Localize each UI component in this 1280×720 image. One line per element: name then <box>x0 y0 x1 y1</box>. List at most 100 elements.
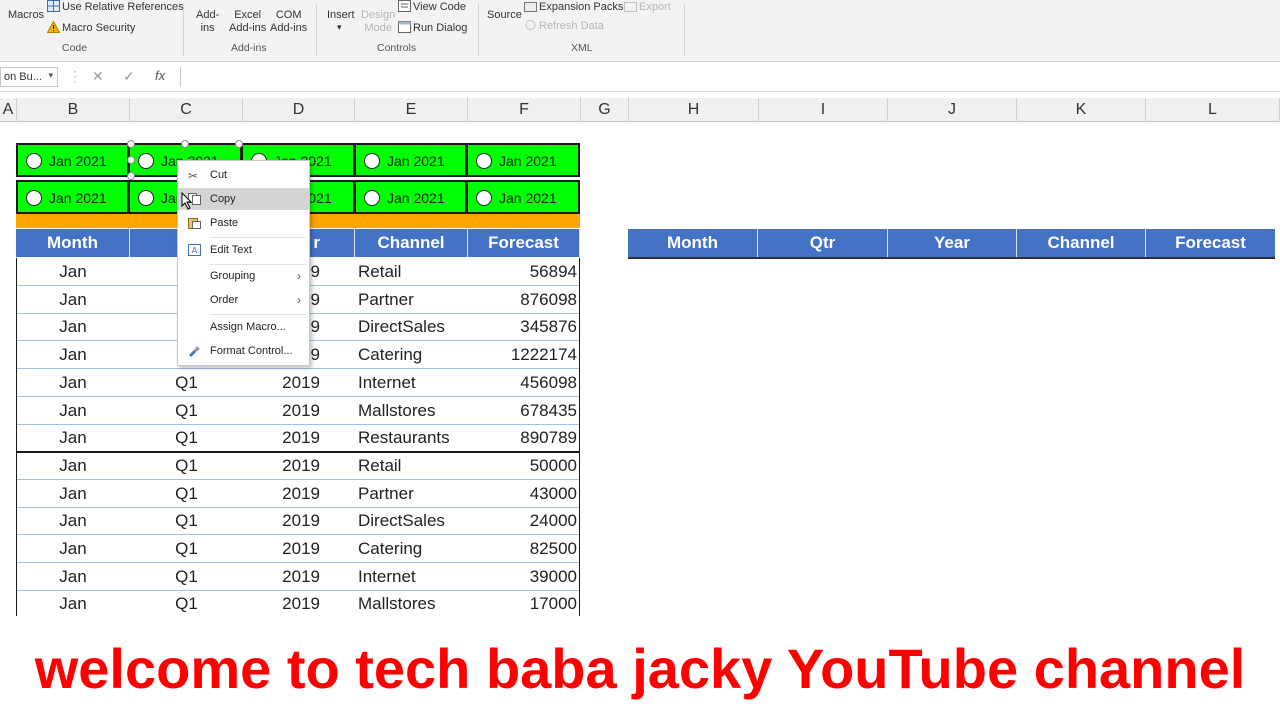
right-table-header-qtr[interactable]: Qtr <box>758 229 888 257</box>
cell-year[interactable]: 2019 <box>243 590 320 616</box>
cell-year[interactable]: 2019 <box>243 535 320 562</box>
cell-month[interactable]: Jan <box>16 286 130 313</box>
column-header-f[interactable]: F <box>468 98 581 122</box>
cell-month[interactable]: Jan <box>16 258 130 285</box>
cell-channel[interactable]: Catering <box>358 341 468 368</box>
cell-month[interactable]: Jan <box>16 369 130 396</box>
cell-forecast[interactable]: 345876 <box>468 313 577 340</box>
cell-month[interactable]: Jan <box>16 424 130 451</box>
cell-month[interactable]: Jan <box>16 313 130 340</box>
cell-month[interactable]: Jan <box>16 341 130 368</box>
run-dialog-button[interactable]: Run Dialog <box>398 21 467 34</box>
cell-forecast[interactable]: 17000 <box>468 590 577 616</box>
menu-item-format-control[interactable]: Format Control... <box>178 340 309 362</box>
cell-channel[interactable]: DirectSales <box>358 507 468 534</box>
macro-security-button[interactable]: Macro Security <box>47 21 135 34</box>
table-header-channel[interactable]: Channel <box>355 229 468 257</box>
cell-channel[interactable]: Partner <box>358 480 468 507</box>
cell-channel[interactable]: Retail <box>358 258 468 285</box>
cell-forecast[interactable]: 43000 <box>468 480 577 507</box>
right-table-header-channel[interactable]: Channel <box>1017 229 1146 257</box>
cell-month[interactable]: Jan <box>16 563 130 590</box>
option-button[interactable]: Jan 2021 <box>16 143 129 177</box>
macros-button[interactable]: Macros <box>8 9 44 21</box>
cell-qtr[interactable]: Q1 <box>130 535 243 562</box>
cell-channel[interactable]: Retail <box>358 452 468 479</box>
enter-icon[interactable]: ✓ <box>123 68 135 85</box>
addins-button[interactable]: Add- ins <box>196 9 219 35</box>
cell-qtr[interactable]: Q1 <box>130 563 243 590</box>
cancel-icon[interactable]: ✕ <box>92 68 104 85</box>
cell-month[interactable]: Jan <box>16 507 130 534</box>
insert-control-button[interactable]: Insert <box>327 9 355 21</box>
menu-item-assign-macro[interactable]: Assign Macro... <box>178 316 309 338</box>
cell-forecast[interactable]: 56894 <box>468 258 577 285</box>
table-header-forecast[interactable]: Forecast <box>468 229 580 257</box>
cell-forecast[interactable]: 456098 <box>468 369 577 396</box>
excel-addins-button[interactable]: Excel Add-ins <box>229 9 266 35</box>
column-header-j[interactable]: J <box>888 98 1017 122</box>
column-header-b[interactable]: B <box>17 98 130 122</box>
cell-qtr[interactable]: Q1 <box>130 452 243 479</box>
cell-qtr[interactable]: Q1 <box>130 590 243 616</box>
cell-month[interactable]: Jan <box>16 535 130 562</box>
cell-channel[interactable]: DirectSales <box>358 313 468 340</box>
cell-qtr[interactable]: Q1 <box>130 507 243 534</box>
column-header-h[interactable]: H <box>629 98 759 122</box>
option-button[interactable]: Jan 2021 <box>16 180 129 214</box>
column-header-d[interactable]: D <box>243 98 355 122</box>
cell-forecast[interactable]: 890789 <box>468 424 577 451</box>
cell-channel[interactable]: Mallstores <box>358 397 468 424</box>
option-button[interactable]: Jan 2021 <box>466 180 580 214</box>
right-table-header-month[interactable]: Month <box>628 229 758 257</box>
option-button[interactable]: Jan 2021 <box>354 180 467 214</box>
column-header-g[interactable]: G <box>581 98 629 122</box>
menu-item-cut[interactable]: ✂ Cut <box>178 164 309 186</box>
formula-input[interactable] <box>180 67 1280 87</box>
cell-forecast[interactable]: 82500 <box>468 535 577 562</box>
menu-item-copy[interactable]: Copy <box>178 188 309 210</box>
cell-year[interactable]: 2019 <box>243 563 320 590</box>
cell-channel[interactable]: Internet <box>358 369 468 396</box>
cell-month[interactable]: Jan <box>16 397 130 424</box>
name-box[interactable]: on Bu... ▾ <box>0 67 58 87</box>
cell-channel[interactable]: Restaurants <box>358 424 468 451</box>
cell-channel[interactable]: Partner <box>358 286 468 313</box>
option-button[interactable]: Jan 2021 <box>466 143 580 177</box>
menu-item-order[interactable]: Order › <box>178 289 309 311</box>
menu-item-paste[interactable]: Paste <box>178 212 309 234</box>
cell-year[interactable]: 2019 <box>243 397 320 424</box>
com-addins-button[interactable]: COM Add-ins <box>270 9 307 35</box>
chevron-down-icon[interactable]: ▾ <box>337 22 342 33</box>
right-table-header-forecast[interactable]: Forecast <box>1146 229 1275 257</box>
resize-handle[interactable] <box>181 140 189 148</box>
menu-item-edit-text[interactable]: A Edit Text <box>178 239 309 261</box>
cell-qtr[interactable]: Q1 <box>130 397 243 424</box>
cell-month[interactable]: Jan <box>16 480 130 507</box>
cell-year[interactable]: 2019 <box>243 507 320 534</box>
cell-qtr[interactable]: Q1 <box>130 424 243 451</box>
column-header-k[interactable]: K <box>1017 98 1146 122</box>
resize-handle[interactable] <box>127 140 135 148</box>
resize-handle[interactable] <box>235 140 243 148</box>
cell-forecast[interactable]: 876098 <box>468 286 577 313</box>
cell-year[interactable]: 2019 <box>243 369 320 396</box>
use-relative-references-button[interactable]: Use Relative References <box>47 0 184 13</box>
cell-year[interactable]: 2019 <box>243 480 320 507</box>
cell-year[interactable]: 2019 <box>243 424 320 451</box>
insert-function-icon[interactable]: fx <box>155 68 165 83</box>
right-table-header-year[interactable]: Year <box>888 229 1017 257</box>
option-button[interactable]: Jan 2021 <box>354 143 467 177</box>
menu-item-grouping[interactable]: Grouping › <box>178 265 309 287</box>
chevron-down-icon[interactable]: ▾ <box>48 70 53 81</box>
cell-forecast[interactable]: 678435 <box>468 397 577 424</box>
resize-handle[interactable] <box>127 156 135 164</box>
column-header-e[interactable]: E <box>355 98 468 122</box>
cell-year[interactable]: 2019 <box>243 452 320 479</box>
cell-qtr[interactable]: Q1 <box>130 480 243 507</box>
cell-month[interactable]: Jan <box>16 590 130 616</box>
resize-handle[interactable] <box>127 172 135 180</box>
expansion-packs-button[interactable]: Expansion Packs <box>524 0 623 13</box>
cell-forecast[interactable]: 39000 <box>468 563 577 590</box>
table-header-month[interactable]: Month <box>16 229 130 257</box>
